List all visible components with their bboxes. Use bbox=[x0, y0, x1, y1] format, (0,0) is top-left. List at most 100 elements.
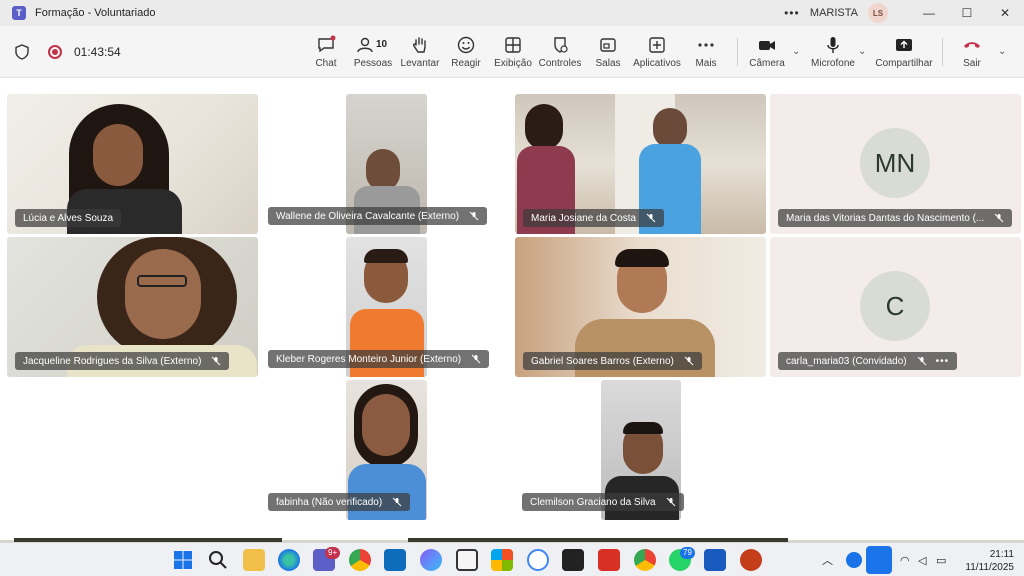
teams-icon: T bbox=[12, 6, 26, 20]
leave-button[interactable]: Sair bbox=[958, 26, 986, 78]
mic-muted-icon bbox=[392, 497, 402, 507]
mic-muted-icon bbox=[471, 354, 481, 364]
copilot-icon[interactable] bbox=[420, 549, 442, 571]
share-button[interactable]: Compartilhar bbox=[875, 26, 933, 78]
file-explorer-icon[interactable] bbox=[243, 549, 265, 571]
teams-window: T Formação - Voluntariado ••• MARISTA LS… bbox=[0, 0, 1024, 540]
participant-name-label: carla_maria03 (Convidado) ••• bbox=[778, 352, 958, 370]
recording-icon[interactable] bbox=[48, 45, 62, 59]
mic-muted-icon bbox=[994, 213, 1004, 223]
maximize-button[interactable]: ☐ bbox=[948, 0, 986, 26]
meeting-timer: 01:43:54 bbox=[74, 45, 121, 59]
mic-muted-icon bbox=[917, 356, 926, 366]
participant-avatar: MN bbox=[860, 128, 930, 198]
rooms-label: Salas bbox=[595, 58, 621, 69]
participant-tile[interactable]: C carla_maria03 (Convidado) ••• bbox=[770, 237, 1021, 377]
edge-browser-icon[interactable] bbox=[278, 549, 300, 571]
mic-muted-icon bbox=[684, 356, 694, 366]
view-button[interactable]: Exibição bbox=[494, 26, 532, 78]
chat-icon bbox=[318, 35, 336, 53]
window-title: Formação - Voluntariado bbox=[35, 7, 156, 19]
controls-icon bbox=[554, 37, 568, 53]
onedrive-icon[interactable] bbox=[846, 552, 862, 568]
minimize-button[interactable]: — bbox=[910, 0, 948, 26]
participant-name-label: Kleber Rogeres Monteiro Junior (Externo) bbox=[268, 350, 490, 368]
more-options-icon[interactable]: ••• bbox=[780, 6, 804, 20]
participant-tile[interactable]: Lúcia e Alves Souza bbox=[7, 94, 258, 234]
title-bar: T Formação - Voluntariado ••• MARISTA LS… bbox=[0, 0, 1024, 26]
microphone-button[interactable]: Microfone bbox=[810, 26, 856, 78]
camera-icon bbox=[759, 41, 775, 50]
clock-date: 11/11/2025 bbox=[965, 562, 1014, 573]
camera-button[interactable]: Câmera bbox=[749, 26, 785, 78]
participant-tile[interactable]: MN Maria das Vitorias Dantas do Nascimen… bbox=[770, 94, 1021, 234]
search-icon[interactable] bbox=[207, 549, 229, 571]
participant-tile[interactable]: Gabriel Soares Barros (Externo) bbox=[515, 237, 766, 377]
teams-notification-badge: 9+ bbox=[325, 547, 341, 559]
chat-button[interactable]: Chat bbox=[310, 26, 342, 78]
show-hidden-icons-icon[interactable]: ︿ bbox=[822, 543, 833, 576]
sticky-notes-icon[interactable] bbox=[562, 549, 584, 571]
mic-options-chevron-icon[interactable]: ⌄ bbox=[858, 46, 866, 57]
user-avatar[interactable]: LS bbox=[868, 3, 888, 23]
leave-label: Sair bbox=[963, 58, 981, 69]
toolbar-divider bbox=[737, 38, 738, 66]
share-icon bbox=[896, 39, 912, 51]
smile-icon bbox=[457, 36, 475, 54]
chat-label: Chat bbox=[315, 58, 337, 69]
more-label: Mais bbox=[695, 58, 717, 69]
outlook-icon[interactable] bbox=[384, 549, 406, 571]
word-icon[interactable] bbox=[704, 549, 726, 571]
chrome-icon[interactable] bbox=[349, 549, 371, 571]
meeting-toolbar: 01:43:54 Chat 10 Pessoas Levantar Reagir… bbox=[0, 26, 1024, 78]
react-button[interactable]: Reagir bbox=[450, 26, 482, 78]
people-button[interactable]: 10 Pessoas bbox=[352, 26, 394, 78]
volume-icon[interactable]: ◁ bbox=[918, 543, 926, 576]
participant-avatar: C bbox=[860, 271, 930, 341]
mic-muted-icon bbox=[469, 211, 479, 221]
windows-start-icon[interactable] bbox=[172, 549, 194, 571]
media-player-icon[interactable] bbox=[456, 549, 478, 571]
mic-muted-icon bbox=[646, 213, 656, 223]
share-label: Compartilhar bbox=[875, 58, 933, 69]
more-button[interactable]: Mais bbox=[692, 26, 720, 78]
microsoft-store-icon[interactable] bbox=[491, 549, 513, 571]
controls-button[interactable]: Controles bbox=[538, 26, 582, 78]
leave-options-chevron-icon[interactable]: ⌄ bbox=[998, 46, 1006, 57]
camera-options-chevron-icon[interactable]: ⌄ bbox=[792, 46, 800, 57]
people-count: 10 bbox=[376, 39, 388, 50]
organization-name[interactable]: MARISTA bbox=[810, 7, 858, 19]
camera-label: Câmera bbox=[749, 58, 785, 69]
people-icon bbox=[357, 37, 373, 53]
wifi-icon[interactable]: ◠ bbox=[900, 543, 910, 576]
google-icon[interactable] bbox=[527, 549, 549, 571]
grid-view-icon bbox=[505, 37, 521, 53]
rooms-icon bbox=[600, 38, 616, 52]
mic-muted-icon bbox=[212, 356, 221, 366]
shield-icon[interactable] bbox=[14, 44, 30, 60]
taskbar: 9+ 79 ︿ ◠ ◁ ▭ 21:11 11/11/2025 bbox=[0, 542, 1024, 576]
microphone-tray-icon[interactable] bbox=[866, 546, 892, 574]
participant-name-label: Jacqueline Rodrigues da Silva (Externo) bbox=[15, 352, 230, 370]
pdf-reader-icon[interactable] bbox=[598, 549, 620, 571]
participant-name-label: Gabriel Soares Barros (Externo) bbox=[523, 352, 702, 370]
taskbar-clock[interactable]: 21:11 11/11/2025 bbox=[965, 548, 1014, 574]
controls-label: Controles bbox=[538, 58, 582, 69]
powerpoint-icon[interactable] bbox=[740, 549, 762, 571]
mic-label: Microfone bbox=[811, 58, 855, 69]
toolbar-divider bbox=[942, 38, 943, 66]
close-window-button[interactable]: ✕ bbox=[986, 0, 1024, 26]
apps-button[interactable]: Aplicativos bbox=[632, 26, 682, 78]
view-label: Exibição bbox=[494, 58, 532, 69]
whatsapp-notification-badge: 79 bbox=[680, 547, 695, 559]
video-gallery: Lúcia e Alves Souza Wallene de Oliveira … bbox=[0, 78, 1024, 540]
raise-hand-button[interactable]: Levantar bbox=[400, 26, 440, 78]
battery-icon[interactable]: ▭ bbox=[936, 543, 946, 576]
participant-name-label: Lúcia e Alves Souza bbox=[15, 209, 122, 227]
rooms-button[interactable]: Salas bbox=[592, 26, 624, 78]
participant-tile[interactable]: Jacqueline Rodrigues da Silva (Externo) bbox=[7, 237, 258, 377]
chrome-profile-icon[interactable] bbox=[634, 549, 656, 571]
participant-more-icon[interactable]: ••• bbox=[936, 356, 950, 367]
hang-up-icon bbox=[964, 42, 980, 48]
participant-tile[interactable]: Maria Josiane da Costa bbox=[515, 94, 766, 234]
